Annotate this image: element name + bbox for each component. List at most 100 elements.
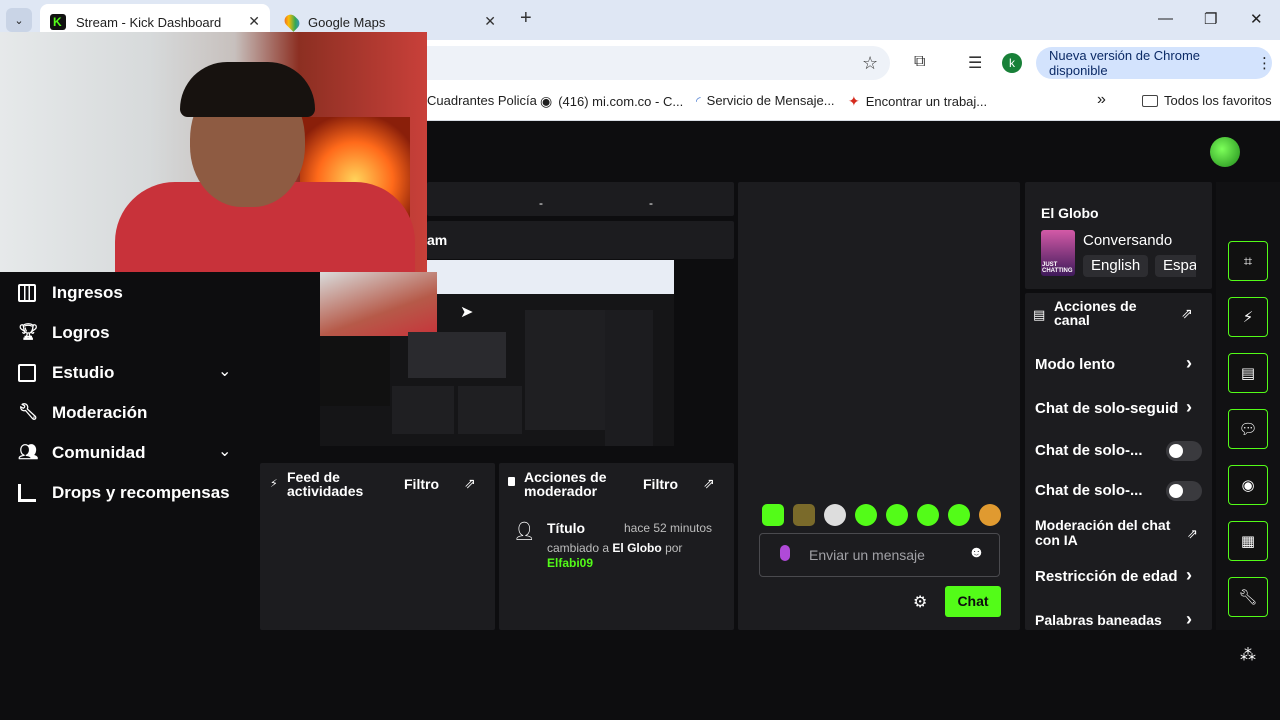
chat-placeholder: Enviar un mensaje [809, 547, 925, 563]
close-tab-icon[interactable]: ✕ [484, 13, 496, 30]
chat-bubble-icon[interactable]: 💬︎ [1228, 409, 1268, 449]
bookmark-item[interactable]: ◉ (416) mi.com.co - C... [540, 93, 683, 110]
channel-action-emotes-only[interactable]: Chat de solo-... [1035, 482, 1143, 499]
stream-title: El Globo [1041, 205, 1099, 221]
sidebar-item-drops[interactable]: Drops y recompensas [18, 483, 230, 503]
all-bookmarks-folder[interactable]: Todos los favoritos [1142, 93, 1272, 108]
tag-chip[interactable]: English [1083, 255, 1149, 277]
broadcast-icon[interactable]: ◉ [1228, 465, 1268, 505]
emote-icon[interactable] [793, 504, 815, 526]
chevron-down-icon[interactable]: ⌄ [218, 361, 231, 381]
message-service-icon: ◜ [696, 93, 701, 108]
wrench-icon: 🔧︎ [18, 404, 39, 421]
folder-icon [1142, 94, 1158, 107]
channel-action-subs-only[interactable]: Chat de solo-... [1035, 442, 1143, 459]
toggle-switch[interactable] [1166, 481, 1202, 501]
layout-icon[interactable]: ▦ [1228, 521, 1268, 561]
chevron-right-icon[interactable]: › [1186, 609, 1192, 630]
chevron-right-icon[interactable]: › [1186, 565, 1192, 586]
tag-chip[interactable]: Espa [1155, 255, 1196, 277]
new-tab-button[interactable]: + [520, 7, 532, 30]
channel-action-ai-moderation[interactable]: Moderación del chat con IA [1035, 518, 1180, 548]
chrome-update-button[interactable]: Nueva versión de Chrome disponible ⋮ [1036, 47, 1272, 79]
emote-icon[interactable] [886, 504, 908, 526]
close-tab-icon[interactable]: ✕ [248, 13, 260, 30]
filter-button[interactable]: Filtro [643, 476, 678, 492]
log-user[interactable]: Elfabi09 [547, 556, 593, 570]
update-label: Nueva versión de Chrome disponible [1049, 48, 1201, 78]
log-field: Título [547, 520, 586, 536]
sidebar-item-estudio[interactable]: Estudio [18, 363, 114, 383]
microphone-icon[interactable] [780, 545, 790, 561]
channel-action-followers-only[interactable]: Chat de solo-seguido [1035, 400, 1178, 417]
chat-input[interactable]: Enviar un mensaje ☻ [759, 533, 1000, 577]
cursor-icon: ➤ [460, 304, 474, 321]
filter-button[interactable]: Filtro [404, 476, 439, 492]
tab-title: Stream - Kick Dashboard [76, 14, 222, 30]
community-icon: 👥︎ [18, 444, 39, 461]
external-link-icon[interactable]: ⇗ [1187, 526, 1198, 542]
toggle-switch[interactable] [1166, 441, 1202, 461]
channel-action-slow-mode[interactable]: Modo lento [1035, 356, 1115, 373]
popout-icon[interactable]: ⇗ [464, 475, 476, 492]
minimize-icon[interactable]: — [1158, 10, 1173, 27]
emote-icon[interactable] [979, 504, 1001, 526]
chevron-down-icon[interactable]: ⌄ [218, 441, 231, 461]
camera-frame-icon[interactable]: ⌗ [1228, 241, 1268, 281]
cluster-icon[interactable]: ⁂ [1240, 645, 1256, 665]
restore-icon[interactable]: ❐ [1204, 10, 1217, 28]
category-label: Conversando [1083, 232, 1173, 249]
chart-icon [18, 284, 36, 302]
bookmark-item[interactable]: ✦ Encontrar un trabaj... [848, 93, 987, 110]
sidebar-item-moderacion[interactable]: 🔧︎ Moderación [18, 403, 147, 423]
media-control-icon[interactable]: ☰ [968, 53, 982, 73]
emote-icon[interactable] [855, 504, 877, 526]
channel-action-age-restriction[interactable]: Restricción de edad [1035, 568, 1178, 585]
chat-settings-icon[interactable]: ⚙ [913, 592, 927, 612]
tab-search-button[interactable]: ⌄ [6, 8, 32, 32]
emote-icon[interactable] [917, 504, 939, 526]
emoji-icon[interactable]: ☻ [968, 544, 985, 562]
emote-icon[interactable] [762, 504, 784, 526]
panel-title: Feed de actividades [287, 469, 364, 499]
emote-icon[interactable] [948, 504, 970, 526]
close-window-icon[interactable]: ✕ [1250, 10, 1263, 28]
popout-icon[interactable]: ⇗ [703, 475, 715, 492]
sidebar-item-logros[interactable]: 🏆︎ Logros [18, 323, 110, 343]
bolt-icon: ⚡︎ [270, 478, 278, 490]
user-edit-icon: 👤︎ [513, 521, 536, 541]
trophy-icon: 🏆︎ [18, 324, 39, 341]
popout-icon[interactable]: ⇗ [1181, 305, 1193, 322]
emote-icon[interactable] [824, 504, 846, 526]
channel-action-banned-words[interactable]: Palabras baneadas [1035, 612, 1162, 628]
webcam-overlay [0, 32, 427, 272]
globe-icon: ◉ [540, 93, 553, 109]
activity-feed-panel: ⚡︎ Feed de actividades Filtro ⇗ [260, 463, 495, 630]
chevron-right-icon[interactable]: › [1186, 397, 1192, 418]
log-detail: cambiado a El Globo por [547, 541, 683, 555]
sidebar-item-comunidad[interactable]: 👥︎ Comunidad [18, 443, 146, 463]
bookmark-star-icon[interactable]: ☆ [862, 53, 878, 74]
bolt-icon[interactable]: ⚡︎ [1228, 297, 1268, 337]
bookmarks-overflow-icon[interactable]: » [1097, 91, 1106, 109]
extensions-icon[interactable]: ⧉ [914, 53, 925, 71]
studio-icon [18, 364, 36, 382]
sidebar-item-ingresos[interactable]: Ingresos [18, 283, 123, 303]
bookmark-item[interactable]: Cuadrantes Policía [427, 93, 537, 108]
stream-preview[interactable]: ➤ [320, 260, 674, 446]
drops-icon [18, 484, 36, 502]
panel-title: Acciones de moderador [524, 469, 607, 499]
stream-title-bar: am [427, 221, 734, 259]
mod-actions-panel: Acciones de moderador Filtro ⇗ 👤︎ Título… [499, 463, 734, 630]
panel-title: Acciones de canal [1054, 298, 1137, 328]
chevron-right-icon[interactable]: › [1186, 353, 1192, 374]
chat-send-button[interactable]: Chat [945, 586, 1001, 617]
more-menu-icon[interactable]: ⋮ [1257, 54, 1272, 72]
kick-logo-icon: K [50, 14, 66, 30]
bookmark-item[interactable]: ◜ Servicio de Mensaje... [696, 93, 835, 108]
profile-avatar[interactable]: k [1002, 53, 1022, 73]
tab-title: Google Maps [308, 14, 386, 30]
user-avatar[interactable] [1210, 137, 1240, 167]
note-icon[interactable]: ▤ [1228, 353, 1268, 393]
wrench-icon[interactable]: 🔧︎ [1228, 577, 1268, 617]
